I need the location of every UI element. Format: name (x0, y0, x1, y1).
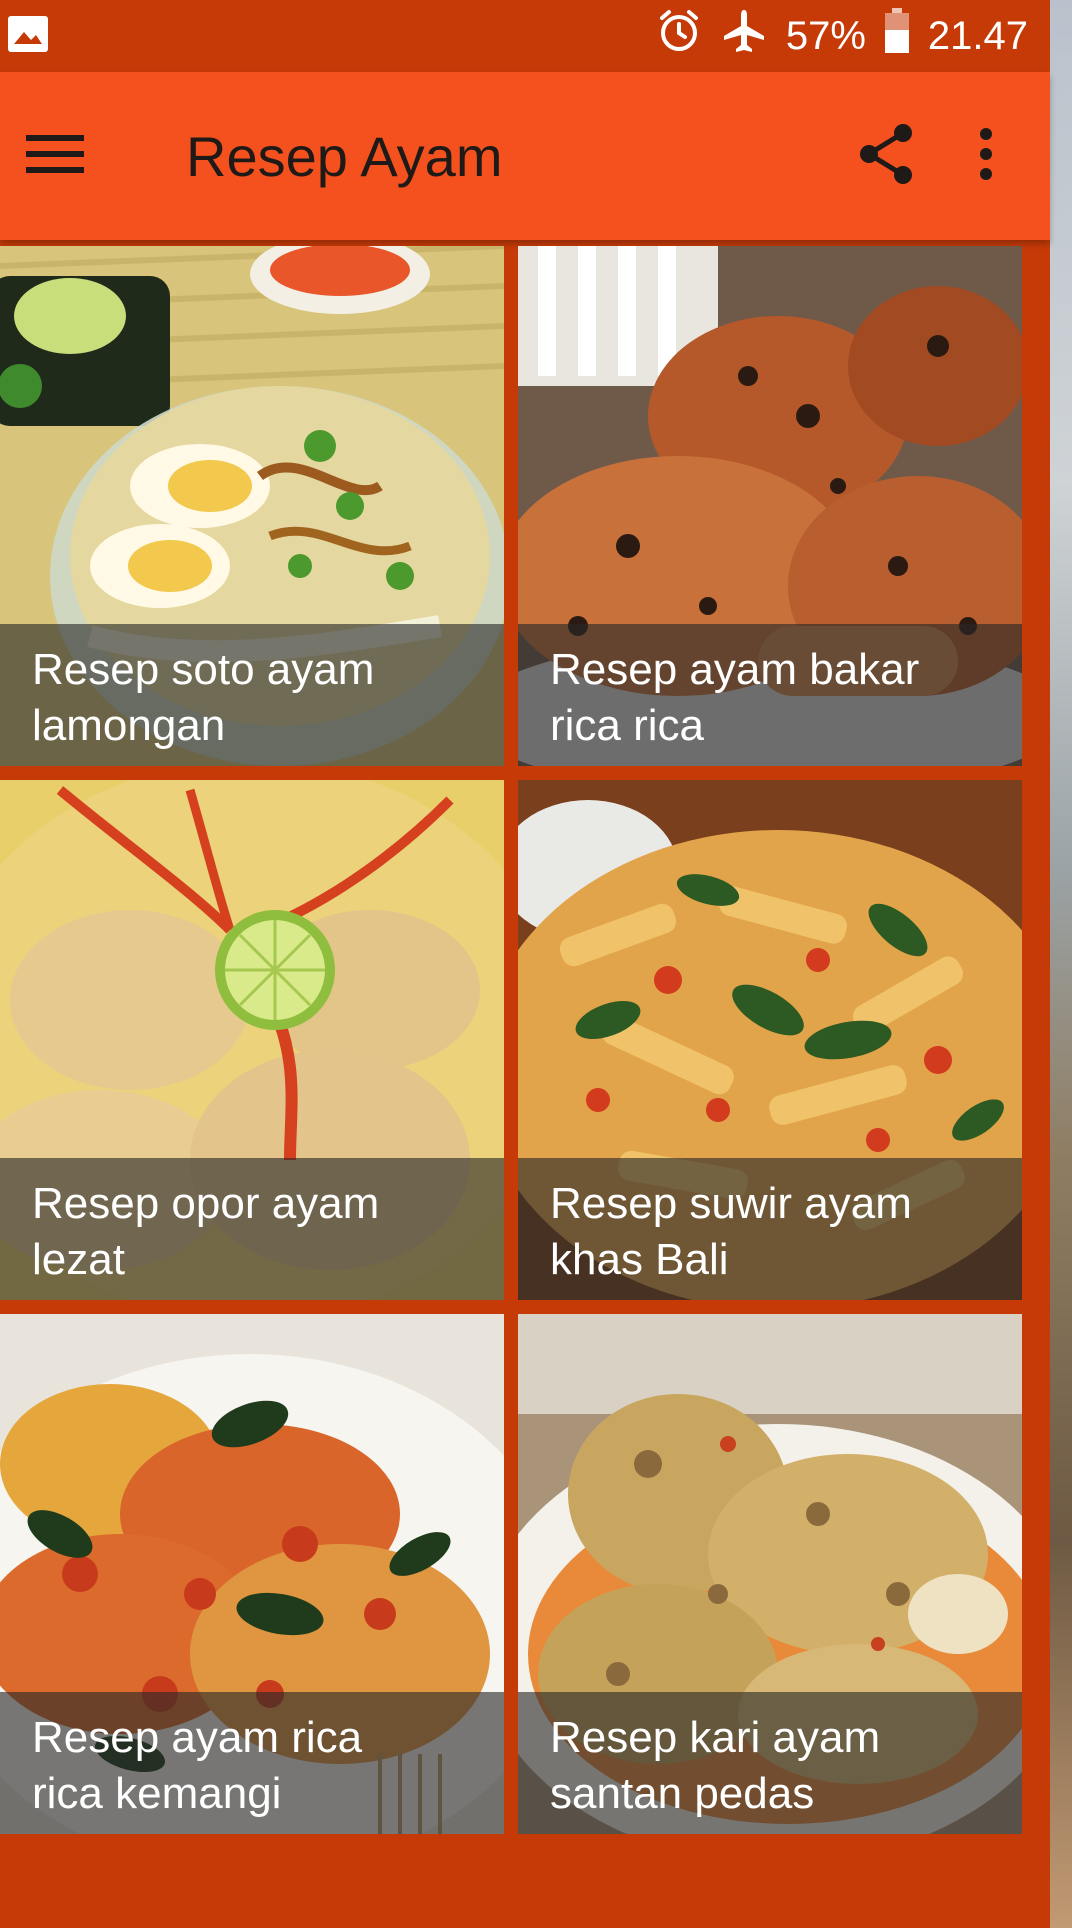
share-button[interactable] (836, 72, 936, 240)
app-window: 57% 21.47 Resep Ayam Resep soto ayam lam… (0, 0, 1050, 1928)
recipe-card-suwir-ayam-khas-bali[interactable]: Resep suwir ayam khas Bali (518, 780, 1022, 1300)
recipe-title: Resep kari ayam santan pedas (518, 1692, 1022, 1834)
app-bar: Resep Ayam (0, 72, 1050, 240)
recipe-title-line1: Resep ayam bakar (550, 645, 920, 694)
recipe-title-line2: santan pedas (550, 1769, 815, 1818)
alarm-icon (656, 8, 702, 64)
image-icon (6, 12, 50, 61)
recipe-title-line2: lamongan (32, 701, 226, 750)
recipe-title-line2: rica rica (550, 701, 705, 750)
more-vertical-icon (978, 127, 994, 185)
recipe-grid: Resep soto ayam lamongan Resep ayam baka… (0, 246, 1050, 1836)
bottom-bar (0, 1840, 1050, 1928)
app-title: Resep Ayam (186, 124, 503, 188)
recipe-card-soto-ayam-lamongan[interactable]: Resep soto ayam lamongan (0, 246, 504, 766)
recipe-title: Resep opor ayam lezat (0, 1158, 504, 1300)
navigation-menu-button[interactable] (0, 72, 110, 240)
more-options-button[interactable] (936, 72, 1036, 240)
recipe-title: Resep ayam rica rica kemangi (0, 1692, 504, 1834)
recipe-title: Resep ayam bakar rica rica (518, 624, 1022, 766)
battery-icon (884, 8, 910, 64)
recipe-title-line1: Resep suwir ayam (550, 1179, 912, 1228)
recipe-title-line1: Resep kari ayam (550, 1713, 881, 1762)
recipe-title: Resep soto ayam lamongan (0, 624, 504, 766)
recipe-card-kari-ayam-santan-pedas[interactable]: Resep kari ayam santan pedas (518, 1314, 1022, 1834)
recipe-title: Resep suwir ayam khas Bali (518, 1158, 1022, 1300)
battery-percent: 57% (785, 13, 866, 58)
recipe-title-line2: khas Bali (550, 1235, 729, 1284)
status-bar: 57% 21.47 (0, 0, 1050, 72)
recipe-title-line2: lezat (32, 1235, 125, 1284)
recipe-title-line1: Resep opor ayam (32, 1179, 380, 1228)
hamburger-menu-icon (26, 133, 84, 180)
recipe-title-line1: Resep soto ayam (32, 645, 375, 694)
background-wallpaper-strip (1050, 0, 1072, 1928)
recipe-card-opor-ayam-lezat[interactable]: Resep opor ayam lezat (0, 780, 504, 1300)
recipe-title-line2: rica kemangi (32, 1769, 282, 1818)
recipe-title-line1: Resep ayam rica (32, 1713, 363, 1762)
clock-time: 21.47 (927, 13, 1028, 58)
airplane-icon (720, 7, 768, 65)
share-icon (857, 123, 915, 190)
recipe-card-ayam-bakar-rica-rica[interactable]: Resep ayam bakar rica rica (518, 246, 1022, 766)
recipe-card-ayam-rica-rica-kemangi[interactable]: Resep ayam rica rica kemangi (0, 1314, 504, 1834)
